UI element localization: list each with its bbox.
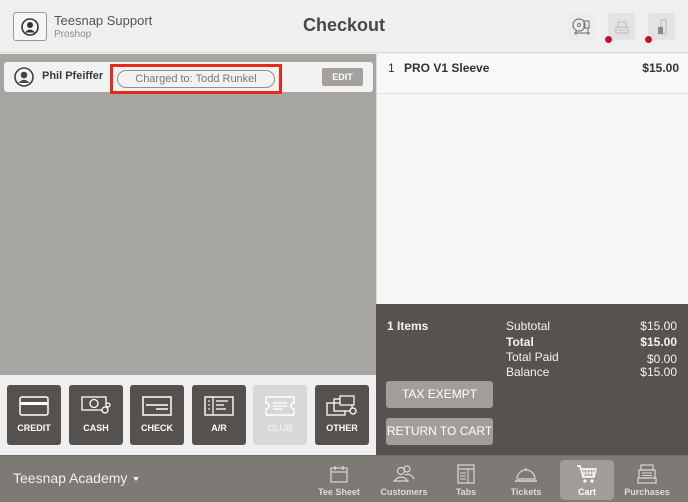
- tax-exempt-button[interactable]: TAX EXEMPT: [386, 381, 493, 408]
- receipt-printer-button[interactable]: [608, 13, 635, 40]
- total-paid-value: $0.00: [646, 352, 677, 366]
- items-count: 1 Items: [387, 319, 429, 333]
- subtotal-value: $15.00: [640, 319, 677, 333]
- payment-credit-button[interactable]: CREDIT: [7, 385, 61, 445]
- ledger-icon: [204, 396, 234, 416]
- payment-methods: CREDIT CASH CHECK A/R CLUB OTHER: [0, 375, 376, 455]
- balance-label: Balance: [506, 365, 550, 379]
- cash-drawer-icon: [657, 18, 667, 35]
- bottom-nav: Teesnap Academy Tee Sheet Customers Tabs…: [0, 455, 688, 502]
- service-bell-icon: [515, 468, 537, 482]
- location-selector[interactable]: Teesnap Academy: [13, 470, 140, 486]
- order-summary: 1 Items Subtotal $15.00 Total $15.00 Tot…: [376, 304, 688, 455]
- cart-item-name: PRO V1 Sleeve: [404, 61, 490, 75]
- printer-status-dot: [605, 36, 612, 43]
- card-reader-button[interactable]: [568, 13, 595, 40]
- customer-panel: Phil Pfeiffer Charged to: Todd Runkel ED…: [0, 54, 376, 375]
- payment-ar-button[interactable]: A/R: [192, 385, 246, 445]
- nav-cart[interactable]: Cart: [560, 460, 614, 500]
- nav-purchases[interactable]: Purchases: [620, 460, 674, 500]
- cart-item-row[interactable]: 1 PRO V1 Sleeve $15.00: [377, 54, 688, 94]
- cash-drawer-button[interactable]: [648, 13, 675, 40]
- cart-item-qty: 1: [388, 61, 395, 75]
- payment-check-button[interactable]: CHECK: [130, 385, 184, 445]
- return-to-cart-button[interactable]: RETURN TO CART: [386, 418, 493, 445]
- total-value: $15.00: [640, 335, 677, 349]
- cart-icon: [577, 465, 597, 483]
- checkout-screen: Teesnap Support Proshop Checkout Phil Pf…: [0, 0, 688, 502]
- drawer-status-dot: [645, 36, 652, 43]
- customers-icon: [393, 465, 415, 482]
- payment-club-button[interactable]: CLUB: [253, 385, 307, 445]
- receipt-printer-icon: [614, 20, 629, 34]
- nav-tee-sheet[interactable]: Tee Sheet: [312, 460, 366, 500]
- top-header: Teesnap Support Proshop Checkout: [0, 0, 688, 53]
- subtotal-label: Subtotal: [506, 319, 551, 333]
- user-name: Teesnap Support: [54, 13, 153, 28]
- card-reader-icon: [571, 17, 590, 35]
- location-name: Teesnap Academy: [13, 470, 128, 486]
- cart-item-price: $15.00: [642, 61, 679, 75]
- customer-avatar-icon: [14, 67, 34, 87]
- customer-bar: Phil Pfeiffer Charged to: Todd Runkel ED…: [4, 62, 373, 94]
- check-icon: [142, 396, 172, 416]
- total-paid-label: Total Paid: [506, 350, 559, 364]
- user-avatar-icon: [21, 17, 39, 36]
- nav-tabs[interactable]: Tabs: [439, 460, 493, 500]
- calendar-icon: [330, 466, 348, 483]
- other-payment-icon: [326, 395, 357, 416]
- edit-customer-button[interactable]: EDIT: [322, 68, 363, 86]
- user-role: Proshop: [54, 29, 92, 40]
- customer-name: Phil Pfeiffer: [42, 70, 104, 82]
- total-label: Total: [506, 335, 534, 349]
- balance-value: $15.00: [640, 365, 677, 379]
- credit-card-icon: [19, 396, 49, 416]
- nav-customers[interactable]: Customers: [377, 460, 431, 500]
- caret-down-icon: [133, 477, 140, 482]
- payment-other-button[interactable]: OTHER: [315, 385, 369, 445]
- payment-cash-button[interactable]: CASH: [69, 385, 123, 445]
- tabs-icon: [457, 464, 475, 484]
- user-profile-button[interactable]: [13, 12, 47, 41]
- charged-to-pill[interactable]: Charged to: Todd Runkel: [117, 70, 275, 88]
- nav-tickets[interactable]: Tickets: [499, 460, 553, 500]
- register-icon: [637, 464, 657, 484]
- club-ticket-icon: [265, 396, 295, 416]
- cash-icon: [81, 396, 111, 414]
- charged-to-highlight: Charged to: Todd Runkel: [110, 64, 282, 94]
- cart-list: 1 PRO V1 Sleeve $15.00: [376, 54, 688, 304]
